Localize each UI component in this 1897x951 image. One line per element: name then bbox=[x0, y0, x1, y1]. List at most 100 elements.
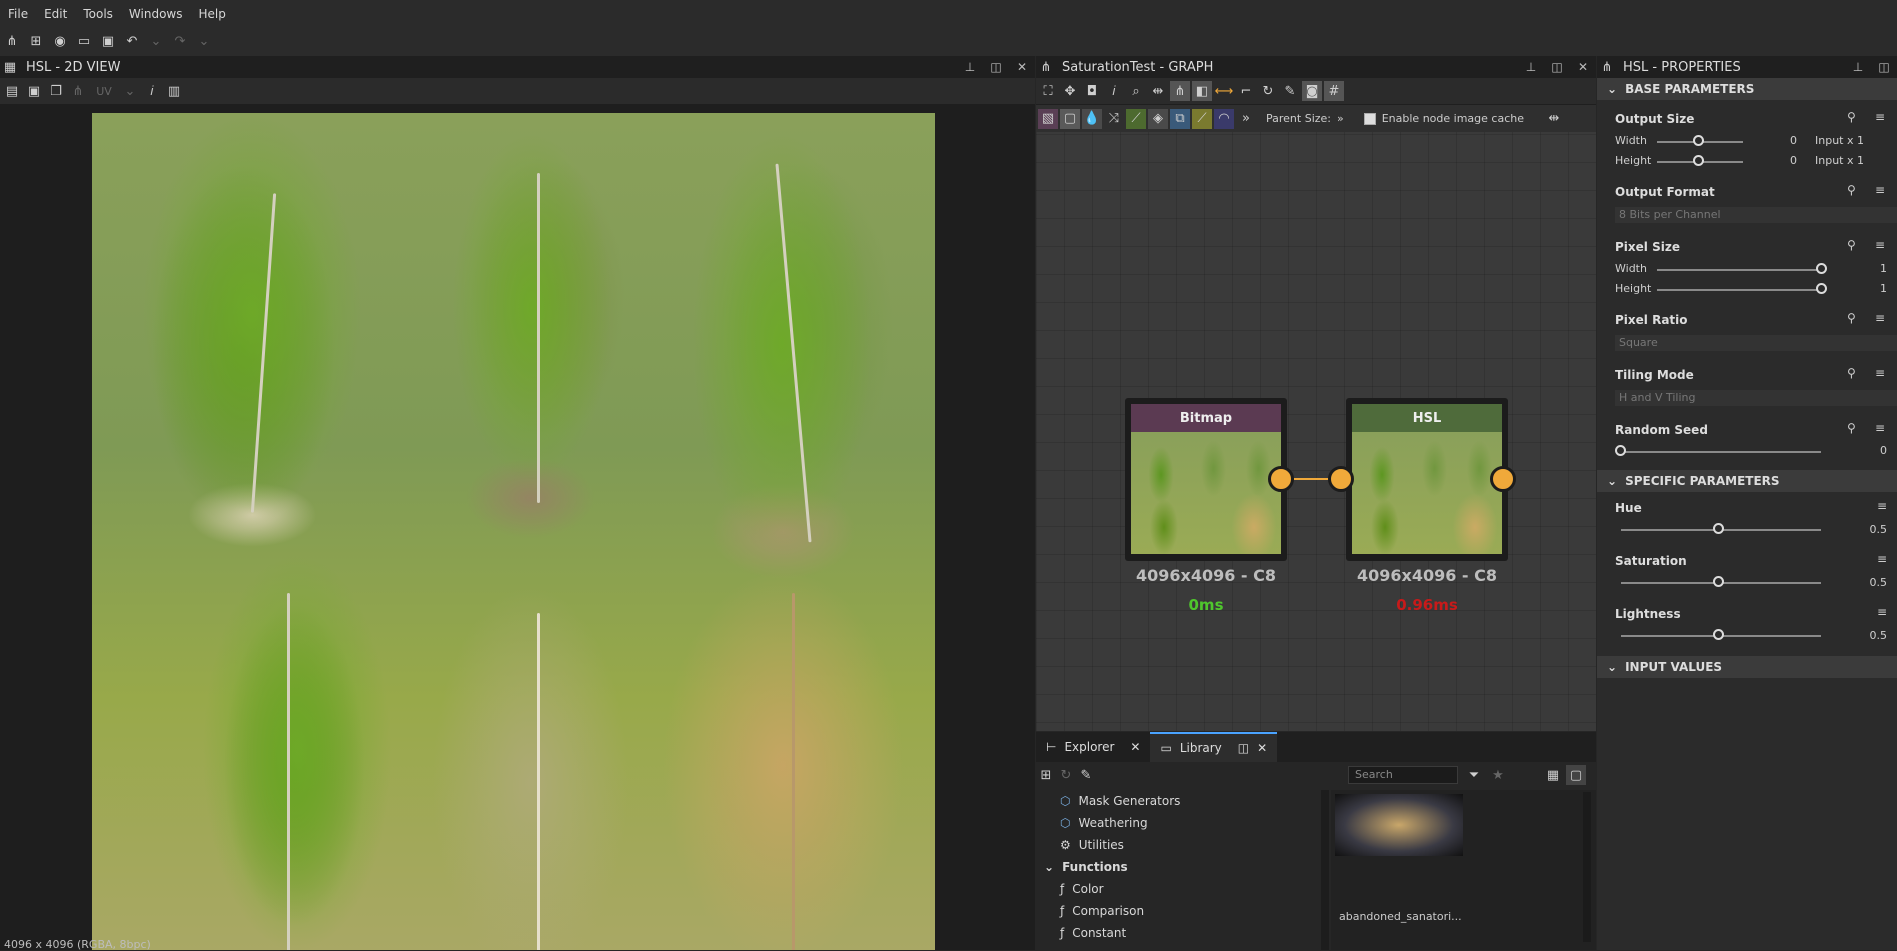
info-icon[interactable]: 𝑖 bbox=[1104, 81, 1124, 101]
expose-icon[interactable]: ⚲ bbox=[1847, 421, 1856, 435]
expose-icon[interactable]: ⚲ bbox=[1847, 366, 1856, 380]
transform-icon[interactable]: ⧉ bbox=[1170, 108, 1190, 129]
preview-icon[interactable]: ◙ bbox=[1302, 81, 1322, 101]
search-icon[interactable]: ⌕ bbox=[1126, 81, 1146, 101]
menu-icon[interactable]: ≡ bbox=[1875, 110, 1885, 124]
info-icon[interactable]: 𝑖 bbox=[142, 81, 162, 101]
random-seed-slider[interactable] bbox=[1621, 451, 1821, 453]
warp-icon[interactable]: ◠ bbox=[1214, 108, 1234, 129]
thumbnail-view-icon[interactable]: ▢ bbox=[1566, 765, 1586, 785]
tree-item-weathering[interactable]: ⬡ Weathering bbox=[1036, 812, 1321, 834]
levels-icon[interactable]: 💧 bbox=[1082, 108, 1102, 129]
save-image-icon[interactable]: ▣ bbox=[24, 81, 44, 101]
gradient-icon[interactable]: ⟋ bbox=[1192, 108, 1212, 129]
pixel-width-knob[interactable] bbox=[1816, 263, 1827, 274]
graph-layout-icon[interactable]: ⋔ bbox=[1170, 81, 1190, 101]
close-icon[interactable]: ✕ bbox=[1257, 741, 1267, 755]
pixel-height-value[interactable]: 1 bbox=[1847, 282, 1887, 295]
expose-icon[interactable]: ⚲ bbox=[1847, 110, 1856, 124]
grid-icon[interactable]: # bbox=[1324, 81, 1344, 101]
parent-size-dropdown[interactable]: » bbox=[1337, 112, 1344, 125]
undo-dropdown-icon[interactable]: ⌄ bbox=[146, 32, 166, 52]
menu-icon[interactable]: ≡ bbox=[1877, 605, 1887, 619]
redo-icon[interactable]: ↷ bbox=[170, 32, 190, 52]
expand-icon[interactable]: ⇹ bbox=[1544, 109, 1564, 129]
section-specific-parameters[interactable]: ⌄ SPECIFIC PARAMETERS bbox=[1597, 470, 1897, 492]
expose-icon[interactable]: ⚲ bbox=[1847, 311, 1856, 325]
output-height-knob[interactable] bbox=[1693, 155, 1704, 166]
tiling-mode-dropdown[interactable]: H and V Tiling bbox=[1615, 390, 1897, 406]
expose-icon[interactable]: ⚲ bbox=[1847, 238, 1856, 252]
content-scrollbar[interactable] bbox=[1583, 792, 1591, 942]
pin-icon[interactable]: ⊥ bbox=[1518, 60, 1544, 74]
hsl-node[interactable]: HSL bbox=[1346, 398, 1508, 561]
open-folder-icon[interactable]: ▭ bbox=[74, 32, 94, 52]
hsl-node-icon[interactable]: ◈ bbox=[1148, 108, 1168, 129]
menu-icon[interactable]: ≡ bbox=[1875, 183, 1885, 197]
pixel-width-value[interactable]: 1 bbox=[1847, 262, 1887, 275]
lightness-value[interactable]: 0.5 bbox=[1847, 629, 1888, 642]
menu-icon[interactable]: ≡ bbox=[1875, 366, 1885, 380]
close-icon[interactable]: ✕ bbox=[1570, 60, 1596, 74]
refresh-icon[interactable]: ↻ bbox=[1258, 81, 1278, 101]
input-port[interactable] bbox=[1328, 466, 1354, 492]
menu-icon[interactable]: ≡ bbox=[1877, 499, 1887, 513]
curve-icon[interactable]: ⟋ bbox=[1126, 108, 1146, 129]
hue-value[interactable]: 0.5 bbox=[1847, 523, 1888, 536]
tree-item-utilities[interactable]: ⚙ Utilities bbox=[1036, 834, 1321, 856]
hue-knob[interactable] bbox=[1713, 523, 1724, 534]
new-folder-icon[interactable]: ⊞ bbox=[1036, 765, 1056, 785]
pixel-height-slider[interactable] bbox=[1657, 289, 1822, 291]
tree-item-constant[interactable]: ƒ Constant bbox=[1036, 922, 1321, 944]
close-icon[interactable]: ✕ bbox=[1130, 740, 1140, 754]
output-height-value[interactable]: 0 bbox=[1757, 154, 1797, 167]
tree-item-comparison[interactable]: ƒ Comparison bbox=[1036, 900, 1321, 922]
new-substance-icon[interactable]: ◉ bbox=[50, 32, 70, 52]
menu-edit[interactable]: Edit bbox=[36, 7, 75, 21]
new-graph-icon[interactable]: ⋔ bbox=[2, 32, 22, 52]
node-connection[interactable] bbox=[1294, 478, 1330, 480]
output-format-dropdown[interactable]: 8 Bits per Channel bbox=[1615, 207, 1897, 223]
uv-dropdown-icon[interactable]: ⌄ bbox=[120, 81, 140, 101]
pixel-ratio-dropdown[interactable]: Square bbox=[1615, 335, 1897, 351]
menu-icon[interactable]: ≡ bbox=[1875, 421, 1885, 435]
pin-icon[interactable]: ⊥ bbox=[1845, 60, 1871, 74]
layout-icon[interactable]: ▤ bbox=[2, 81, 22, 101]
bitmap-node[interactable]: Bitmap bbox=[1125, 398, 1287, 561]
refresh-icon[interactable]: ↻ bbox=[1056, 765, 1076, 785]
output-width-value[interactable]: 0 bbox=[1757, 134, 1797, 147]
saturation-knob[interactable] bbox=[1713, 576, 1724, 587]
tab-explorer[interactable]: ⊢ Explorer ✕ bbox=[1036, 732, 1150, 762]
menu-file[interactable]: File bbox=[0, 7, 36, 21]
menu-help[interactable]: Help bbox=[190, 7, 233, 21]
uniform-color-icon[interactable]: ▢ bbox=[1060, 108, 1080, 129]
pixel-height-knob[interactable] bbox=[1816, 283, 1827, 294]
histogram-icon[interactable]: ▥ bbox=[164, 81, 184, 101]
frame-all-icon[interactable]: ⛶ bbox=[1038, 81, 1058, 101]
uv-toggle[interactable]: UV bbox=[90, 81, 118, 101]
undo-icon[interactable]: ↶ bbox=[122, 32, 142, 52]
output-height-mode[interactable]: Input x 1 bbox=[1815, 154, 1887, 167]
maximize-icon[interactable]: ◫ bbox=[983, 60, 1009, 74]
connector-icon[interactable]: ⟷ bbox=[1214, 81, 1234, 101]
filter-icon[interactable]: ⏷ bbox=[1464, 765, 1484, 785]
maximize-icon[interactable]: ◫ bbox=[1871, 60, 1897, 74]
menu-icon[interactable]: ≡ bbox=[1877, 552, 1887, 566]
menu-windows[interactable]: Windows bbox=[121, 7, 191, 21]
environment-thumbnail[interactable] bbox=[1335, 794, 1463, 856]
random-seed-value[interactable]: 0 bbox=[1847, 444, 1887, 457]
cache-checkbox[interactable] bbox=[1363, 112, 1376, 125]
tree-item-functions[interactable]: ⌄ Functions bbox=[1036, 856, 1321, 878]
frame-icon[interactable]: ◧ bbox=[1192, 81, 1212, 101]
random-seed-knob[interactable] bbox=[1615, 445, 1626, 456]
redo-dropdown-icon[interactable]: ⌄ bbox=[194, 32, 214, 52]
edit-icon[interactable]: ✎ bbox=[1076, 765, 1096, 785]
bitmap-node-icon[interactable]: ▧ bbox=[1038, 108, 1058, 129]
output-width-knob[interactable] bbox=[1693, 135, 1704, 146]
tab-library[interactable]: ▭ Library ◫ ✕ bbox=[1150, 732, 1278, 762]
output-port[interactable] bbox=[1268, 466, 1294, 492]
output-width-mode[interactable]: Input x 1 bbox=[1815, 134, 1887, 147]
close-icon[interactable]: ✕ bbox=[1009, 60, 1035, 74]
favorite-icon[interactable]: ★ bbox=[1488, 765, 1508, 785]
pin-icon[interactable]: ⊥ bbox=[957, 60, 983, 74]
